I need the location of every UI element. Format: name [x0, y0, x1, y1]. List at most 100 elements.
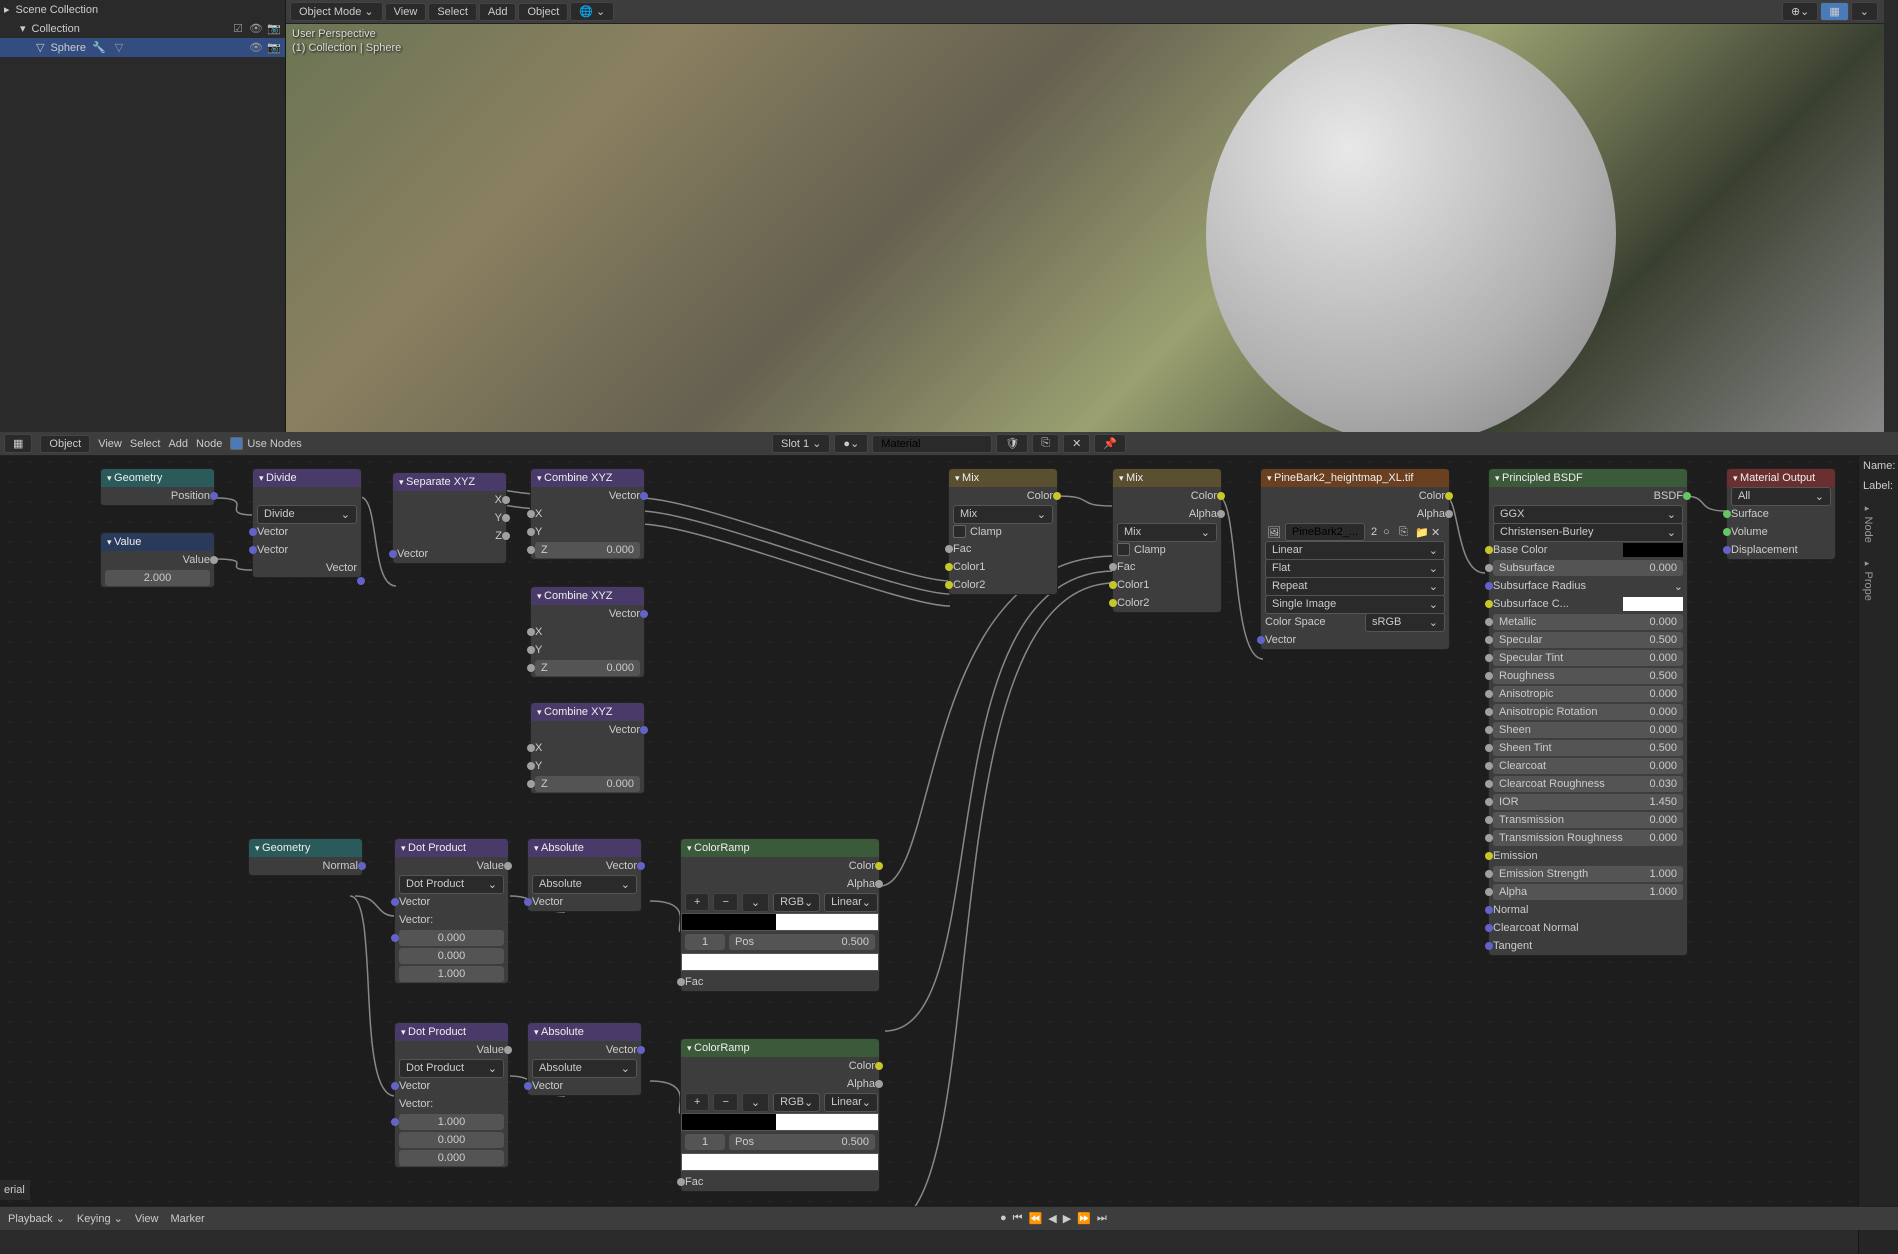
scene-collection-item[interactable]: ▸ Scene Collection	[0, 0, 285, 19]
operation-dropdown[interactable]: Dot Product⌄	[399, 1059, 504, 1078]
value-field[interactable]: 2.000	[105, 570, 210, 586]
editor-type[interactable]: ▦	[4, 434, 32, 453]
node-combine-xyz[interactable]: Combine XYZ Vector X Y Z0.000	[530, 468, 645, 560]
node-title[interactable]: Principled BSDF	[1489, 469, 1687, 487]
vector-socket[interactable]	[389, 550, 397, 558]
node-title[interactable]: Geometry	[249, 839, 362, 857]
value-socket[interactable]	[504, 862, 512, 870]
clamp-checkbox[interactable]	[953, 525, 966, 538]
value-socket[interactable]	[527, 528, 535, 536]
object-mode[interactable]: Object	[40, 435, 90, 453]
color-ramp-gradient[interactable]	[681, 1113, 879, 1131]
jump-end-icon[interactable]: ⏭	[1097, 1212, 1107, 1225]
mode-selector[interactable]: Object Mode ⌄	[290, 2, 383, 21]
alpha-socket[interactable]	[1217, 510, 1225, 518]
menu-view[interactable]: View	[98, 438, 122, 450]
node-title[interactable]: ColorRamp	[681, 839, 879, 857]
value-socket[interactable]	[527, 510, 535, 518]
fac-socket[interactable]	[1109, 563, 1117, 571]
side-tab-properties[interactable]: Prope	[1859, 551, 1877, 609]
node-title[interactable]: Geometry	[101, 469, 214, 487]
node-value[interactable]: Value Value 2.000	[100, 532, 215, 588]
vector-socket[interactable]	[637, 862, 645, 870]
node-material-output[interactable]: Material Output All⌄ Surface Volume Disp…	[1726, 468, 1836, 560]
value-socket[interactable]	[527, 646, 535, 654]
clamp-checkbox[interactable]	[1117, 543, 1130, 556]
operation-dropdown[interactable]: Absolute⌄	[532, 1059, 637, 1078]
value-socket[interactable]	[527, 546, 535, 554]
sphere-object[interactable]	[1206, 24, 1616, 432]
eye-icon[interactable]: 👁	[249, 22, 263, 36]
node-vector-math-divide[interactable]: Divide Divide⌄ Vector Vector Vector	[252, 468, 362, 578]
menu-node[interactable]: Node	[196, 438, 222, 450]
node-title[interactable]: ColorRamp	[681, 1039, 879, 1057]
node-vector-math-dot[interactable]: Dot Product Value Dot Product⌄ Vector Ve…	[394, 1022, 509, 1168]
vector-socket[interactable]	[1257, 636, 1265, 644]
vector-socket[interactable]	[249, 546, 257, 554]
position-field[interactable]: Pos0.500	[729, 1134, 875, 1150]
add-stop-icon[interactable]: +	[685, 1093, 709, 1111]
orientation-dropdown[interactable]: 🌐 ⌄	[570, 2, 614, 21]
node-title[interactable]: Combine XYZ	[531, 703, 644, 721]
eye-icon[interactable]: 👁	[249, 41, 263, 55]
vector-socket[interactable]	[358, 862, 366, 870]
fake-user-icon[interactable]: ○	[1383, 526, 1397, 538]
fac-socket[interactable]	[945, 545, 953, 553]
color-mode-dropdown[interactable]: RGB⌄	[773, 893, 820, 912]
viewport-3d[interactable]: Object Mode ⌄ View Select Add Object 🌐 ⌄…	[286, 0, 1884, 432]
node-title[interactable]: Absolute	[528, 839, 641, 857]
z-field[interactable]: 0.000	[399, 1150, 504, 1166]
node-mix-rgb[interactable]: Mix Color Alpha Mix⌄ Clamp Fac Color1 Co…	[1112, 468, 1222, 613]
duplicate-icon[interactable]: ⎘	[1032, 434, 1059, 453]
pin-icon[interactable]: 🛡	[996, 434, 1028, 453]
menu-keying[interactable]: Keying ⌄	[77, 1212, 123, 1225]
node-geometry[interactable]: Geometry Normal	[248, 838, 363, 876]
keyframe-next-icon[interactable]: ⏩	[1077, 1212, 1091, 1225]
vector-socket[interactable]	[210, 492, 218, 500]
node-color-ramp[interactable]: ColorRamp Color Alpha + − ⌄ RGB⌄ Linear⌄…	[680, 838, 880, 992]
menu-add[interactable]: Add	[168, 438, 188, 450]
add-stop-icon[interactable]: +	[685, 893, 709, 911]
vector-socket[interactable]	[640, 610, 648, 618]
menu-select[interactable]: Select	[130, 438, 161, 450]
value-socket[interactable]	[502, 496, 510, 504]
collection-item[interactable]: ▾ Collection ☑ 👁 📷	[0, 19, 285, 38]
color-socket[interactable]	[1445, 492, 1453, 500]
stop-index[interactable]: 1	[685, 934, 725, 950]
node-principled-bsdf[interactable]: Principled BSDF BSDF GGX⌄ Christensen-Bu…	[1488, 468, 1688, 956]
node-geometry[interactable]: Geometry Position	[100, 468, 215, 506]
vector-socket[interactable]	[640, 726, 648, 734]
checkbox-icon[interactable]: ☑	[231, 22, 245, 36]
pin-material-icon[interactable]: 📌	[1094, 434, 1126, 453]
z-field[interactable]: 1.000	[399, 966, 504, 982]
color-socket[interactable]	[1485, 546, 1493, 554]
vector-socket[interactable]	[357, 577, 365, 585]
camera-icon[interactable]: 📷	[267, 41, 281, 55]
node-combine-xyz[interactable]: Combine XYZ Vector X Y Z0.000	[530, 586, 645, 678]
color-ramp-gradient[interactable]	[681, 913, 879, 931]
remove-stop-icon[interactable]: −	[713, 893, 737, 911]
overlays-toggle[interactable]: ▦	[1820, 2, 1848, 21]
source-dropdown[interactable]: Single Image⌄	[1265, 595, 1445, 614]
z-field[interactable]: Z0.000	[535, 776, 640, 792]
sss-method-dropdown[interactable]: Christensen-Burley⌄	[1493, 523, 1683, 542]
menu-view[interactable]: View	[385, 3, 427, 21]
camera-icon[interactable]: 📷	[267, 22, 281, 36]
menu-marker[interactable]: Marker	[171, 1213, 205, 1225]
color-socket[interactable]	[875, 1062, 883, 1070]
play-icon[interactable]: ▶	[1063, 1212, 1071, 1225]
value-socket[interactable]	[527, 744, 535, 752]
node-title[interactable]: Combine XYZ	[531, 469, 644, 487]
color-swatch[interactable]	[681, 1153, 879, 1171]
extension-dropdown[interactable]: Repeat⌄	[1265, 577, 1445, 596]
value-socket[interactable]	[210, 556, 218, 564]
new-icon[interactable]: ⎘	[1399, 526, 1413, 539]
modifier-icon[interactable]: 🔧	[92, 41, 106, 55]
x-field[interactable]: 0.000	[399, 930, 504, 946]
operation-dropdown[interactable]: Dot Product⌄	[399, 875, 504, 894]
color-socket[interactable]	[945, 563, 953, 571]
stop-index[interactable]: 1	[685, 1134, 725, 1150]
menu-object[interactable]: Object	[518, 3, 568, 21]
node-title[interactable]: Separate XYZ	[393, 473, 506, 491]
node-vector-math-absolute[interactable]: Absolute Vector Absolute⌄ Vector	[527, 838, 642, 912]
